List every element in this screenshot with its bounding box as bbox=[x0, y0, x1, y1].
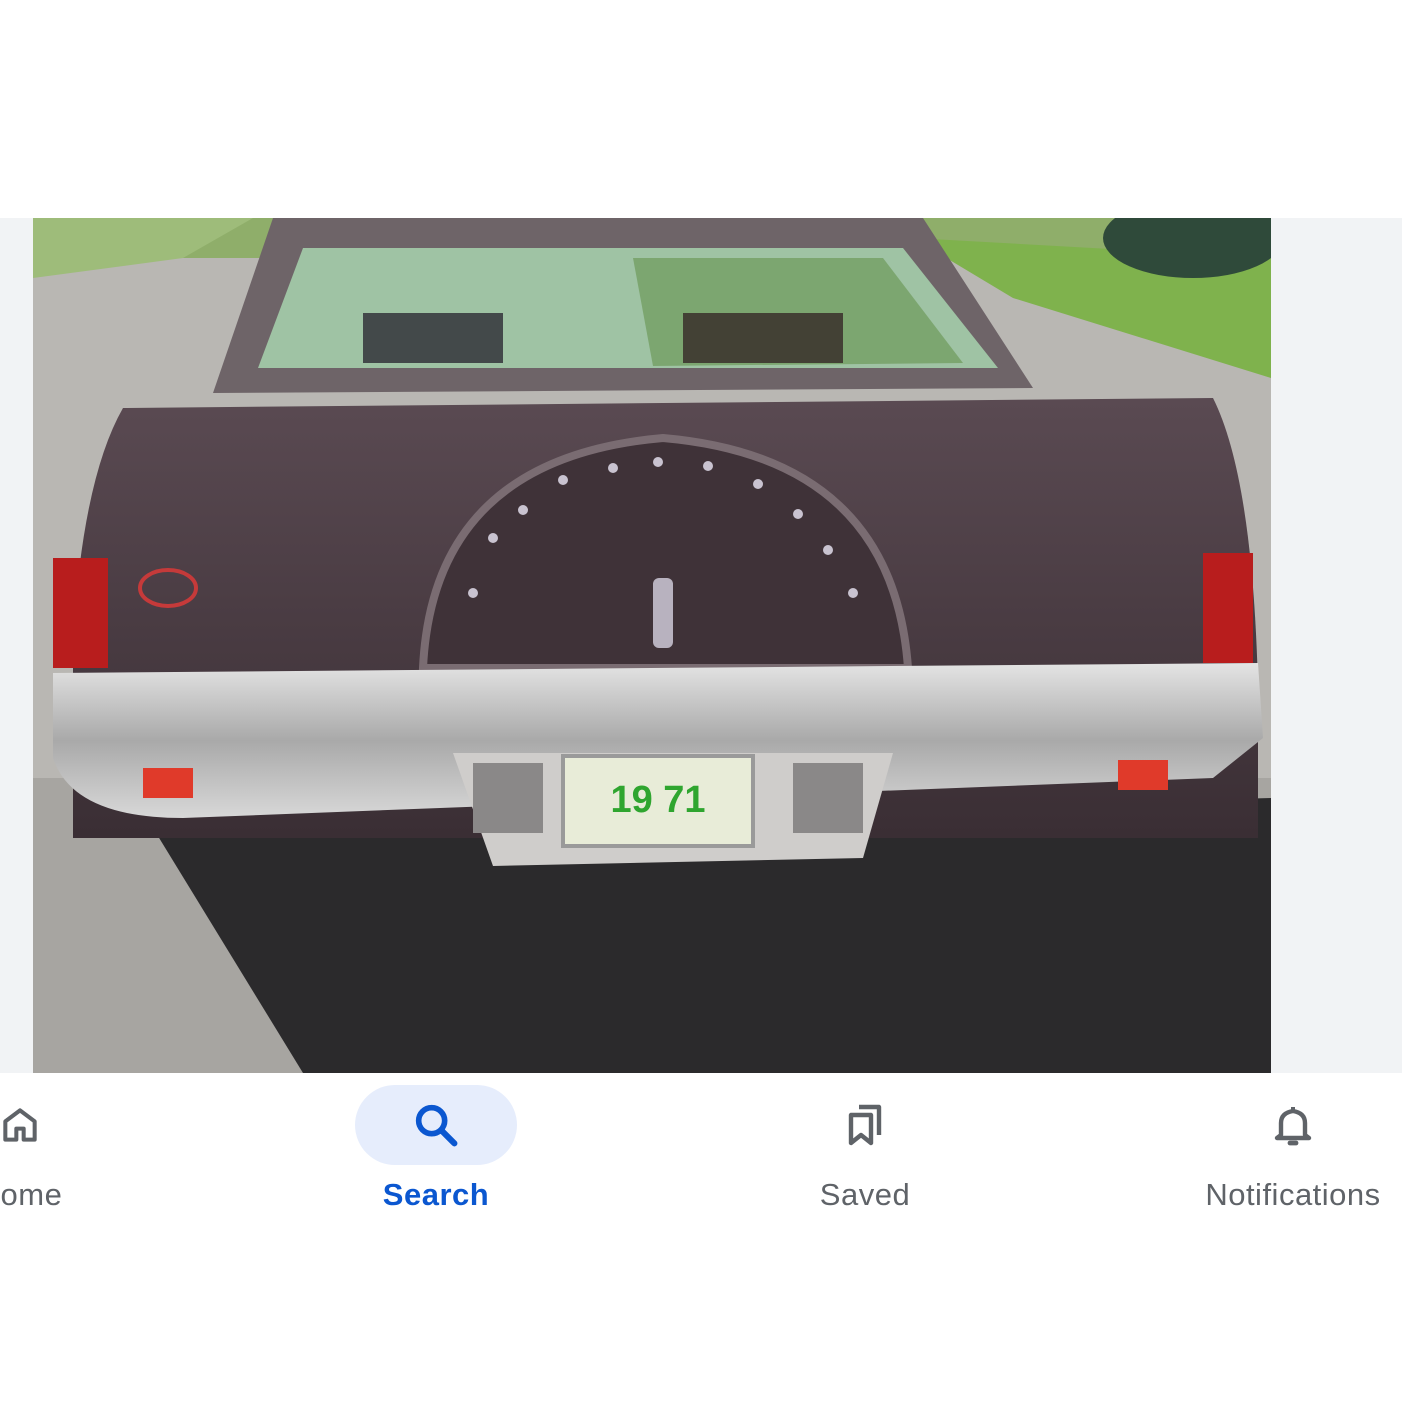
license-plate-text: 19 71 bbox=[610, 779, 705, 821]
search-icon bbox=[415, 1104, 458, 1147]
nav-search-icon-container bbox=[355, 1085, 517, 1165]
nav-home-label: Home bbox=[0, 1177, 63, 1212]
nav-search[interactable]: Search bbox=[316, 1085, 556, 1225]
nav-search-label: Search bbox=[382, 1177, 490, 1212]
bottom-navigation-bar: Home Search Saved Notifications bbox=[0, 1073, 1402, 1402]
bell-icon bbox=[1274, 1107, 1312, 1146]
top-blank-area bbox=[0, 0, 1402, 218]
nav-saved-icon-container bbox=[784, 1085, 946, 1165]
nav-notifications-icon-container bbox=[1212, 1085, 1374, 1165]
image-viewer: 19 71 bbox=[0, 218, 1402, 1073]
nav-saved-label: Saved bbox=[819, 1177, 911, 1212]
nav-saved[interactable]: Saved bbox=[745, 1085, 985, 1225]
home-icon bbox=[3, 1108, 37, 1142]
saved-icon bbox=[848, 1104, 882, 1146]
nav-home-icon-container bbox=[0, 1085, 101, 1165]
nav-notifications[interactable]: Notifications bbox=[1173, 1085, 1402, 1225]
nav-notifications-label: Notifications bbox=[1205, 1177, 1381, 1212]
nav-home[interactable]: Home bbox=[0, 1085, 140, 1225]
car-photo[interactable]: 19 71 bbox=[33, 218, 1271, 1073]
